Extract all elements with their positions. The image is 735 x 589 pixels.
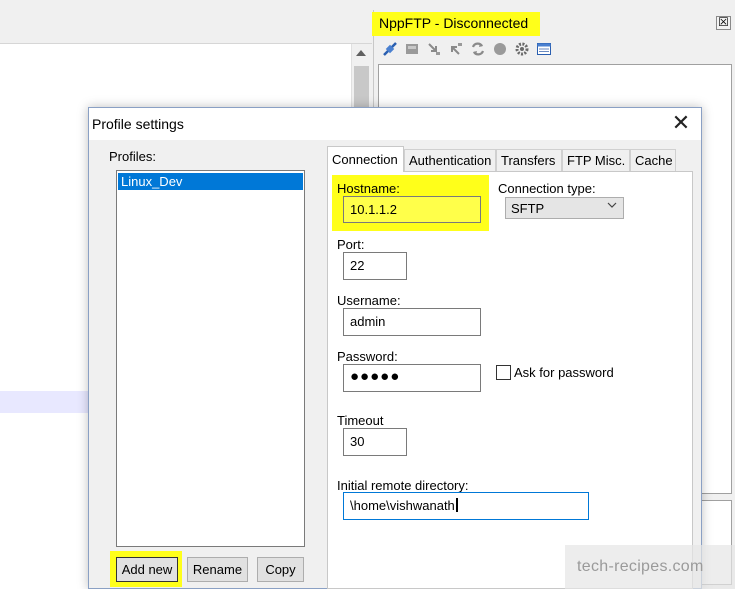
remote-directory-value: \home\vishwanath — [350, 498, 455, 513]
password-input[interactable]: ●●●●● — [343, 364, 481, 392]
nppftp-close-button[interactable]: ☒ — [716, 16, 731, 30]
timeout-input[interactable]: 30 — [343, 428, 407, 456]
editor-current-line — [0, 391, 90, 413]
timeout-label: Timeout — [337, 413, 384, 428]
username-label: Username: — [337, 293, 401, 308]
refresh-icon[interactable] — [470, 41, 486, 57]
remote-directory-input[interactable]: \home\vishwanath — [343, 492, 589, 520]
scroll-up-icon[interactable] — [356, 50, 366, 56]
password-label: Password: — [337, 349, 398, 364]
hostname-input[interactable]: 10.1.1.2 — [343, 196, 481, 223]
tab-connection[interactable]: Connection — [327, 146, 404, 172]
disconnect-icon[interactable] — [404, 41, 420, 57]
copy-button[interactable]: Copy — [257, 557, 304, 582]
tab-transfers[interactable]: Transfers — [496, 149, 562, 171]
tab-authentication[interactable]: Authentication — [404, 149, 496, 171]
ask-password-label[interactable]: Ask for password — [514, 365, 614, 380]
remote-directory-label: Initial remote directory: — [337, 478, 469, 493]
profiles-label: Profiles: — [109, 149, 156, 164]
dialog-title: Profile settings — [92, 116, 184, 132]
abort-icon[interactable] — [492, 41, 508, 57]
tab-cache[interactable]: Cache — [630, 149, 676, 171]
hostname-label: Hostname: — [337, 181, 400, 196]
connect-icon[interactable] — [382, 41, 398, 57]
port-input[interactable]: 22 — [343, 252, 407, 280]
port-label: Port: — [337, 237, 365, 252]
nppftp-toolbar — [382, 39, 582, 59]
username-input[interactable]: admin — [343, 308, 481, 336]
add-new-button[interactable]: Add new — [116, 557, 178, 582]
ask-password-checkbox[interactable] — [496, 365, 511, 380]
upload-icon[interactable] — [448, 41, 464, 57]
editor-tab-bar — [0, 0, 372, 44]
rename-button[interactable]: Rename — [187, 557, 248, 582]
nppftp-title: NppFTP - Disconnected — [372, 12, 540, 36]
download-icon[interactable] — [426, 41, 442, 57]
close-icon[interactable]: ✕ — [668, 111, 694, 137]
profiles-list[interactable] — [116, 170, 305, 547]
chevron-down-icon — [606, 199, 618, 214]
message-window-icon[interactable] — [536, 41, 552, 57]
connection-type-label: Connection type: — [498, 181, 596, 196]
watermark: tech-recipes.com — [565, 545, 735, 589]
settings-icon[interactable] — [514, 41, 530, 57]
profile-item-linux-dev[interactable]: Linux_Dev — [118, 173, 303, 190]
editor-scroll-thumb[interactable] — [354, 66, 369, 108]
text-caret — [455, 498, 458, 512]
tab-ftp-misc[interactable]: FTP Misc. — [562, 149, 630, 171]
